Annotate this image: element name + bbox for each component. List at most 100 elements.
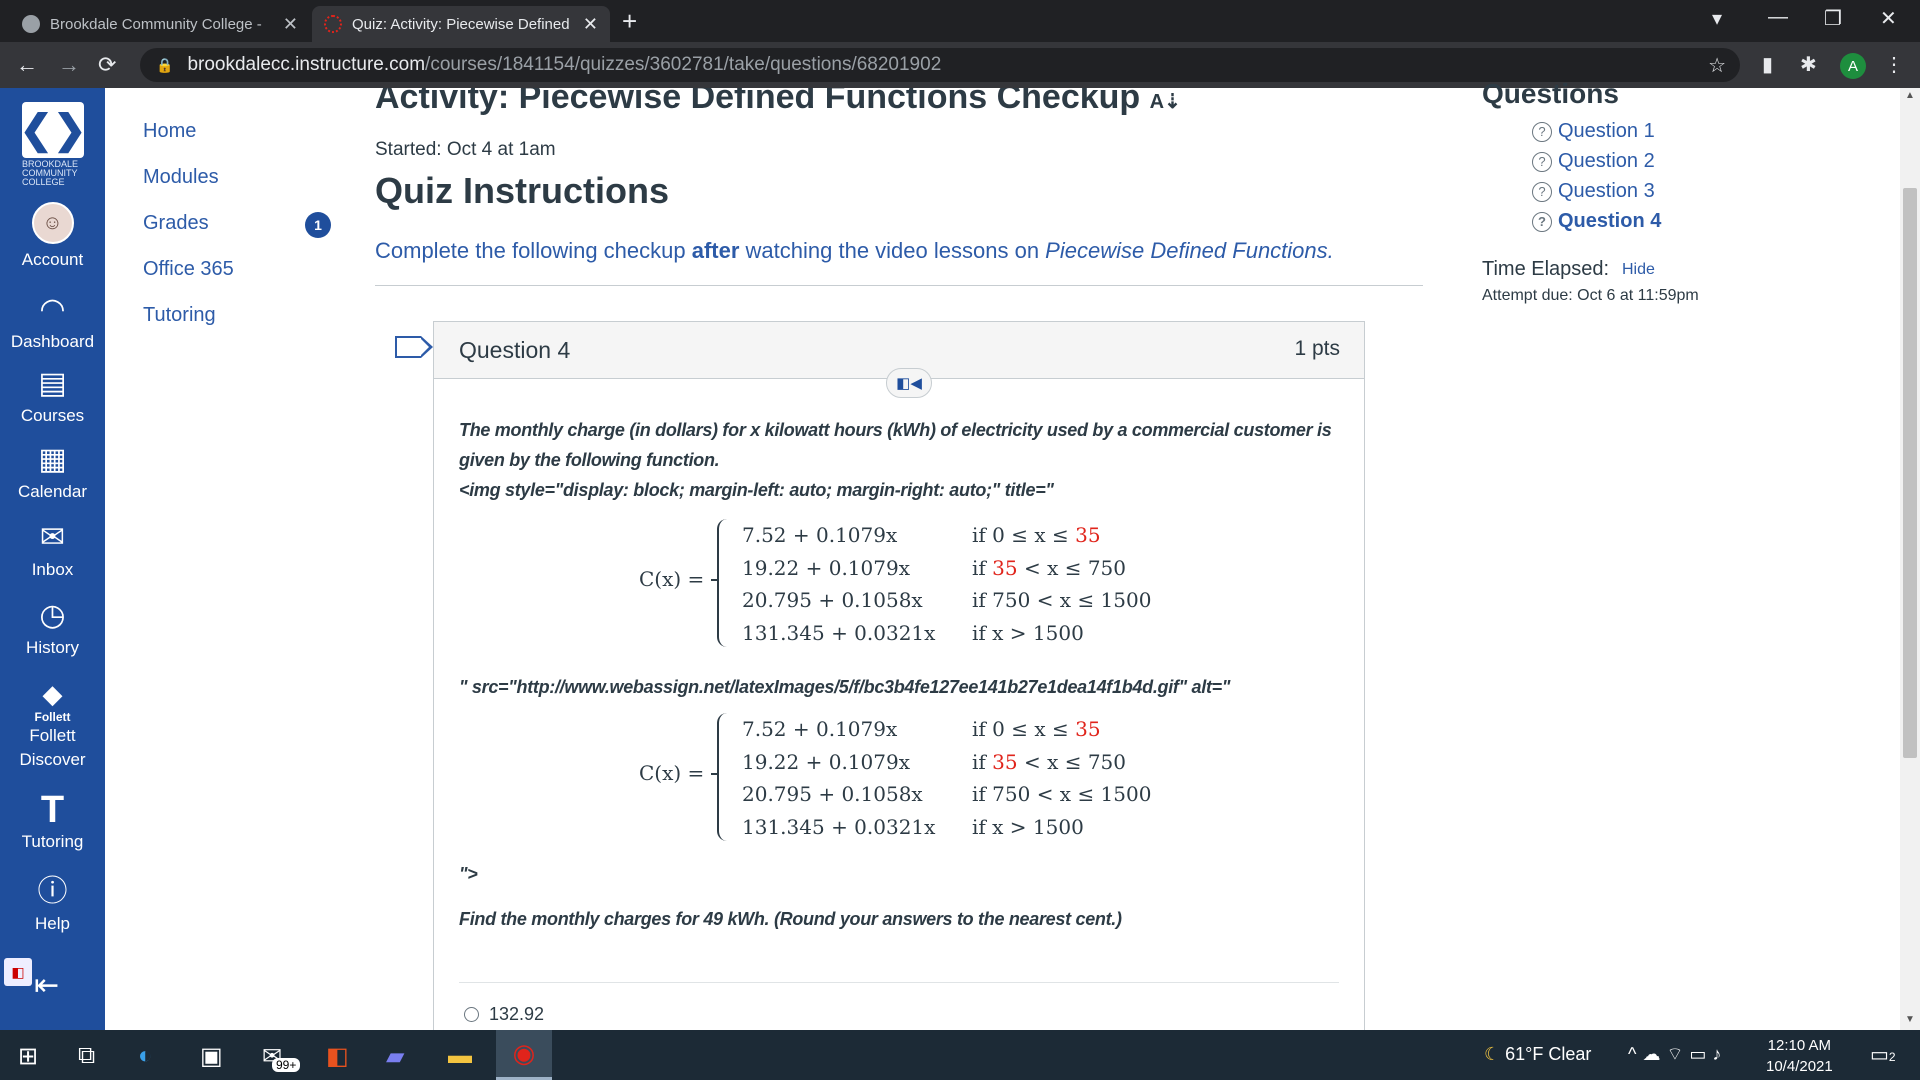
cond-red: 35: [1075, 717, 1101, 741]
answer-choice[interactable]: 132.92: [464, 1004, 544, 1025]
page-scrollbar[interactable]: ▲ ▼: [1900, 88, 1920, 1030]
scroll-thumb[interactable]: [1903, 188, 1917, 758]
course-nav-grades[interactable]: Grades: [143, 212, 209, 235]
immersive-reader-button[interactable]: ◧◀: [886, 368, 932, 398]
translate-icon[interactable]: A⇣: [1150, 91, 1181, 113]
puzzle-icon[interactable]: ✱: [1800, 52, 1817, 77]
cond-pre: if 750 < x ≤ 1500: [972, 588, 1152, 612]
file-explorer-icon[interactable]: ▬: [448, 1042, 472, 1070]
nav-courses[interactable]: ▤ Courses: [0, 368, 105, 426]
case-expr: 131.345 + 0.0321x: [742, 814, 936, 839]
close-icon[interactable]: ✕: [583, 14, 598, 35]
calendar-icon: ▦: [38, 443, 67, 476]
nav-label: Account: [21, 250, 84, 269]
case-cond: if x > 1500: [972, 617, 1084, 650]
profile-avatar[interactable]: A: [1840, 53, 1866, 79]
nav-tutoring[interactable]: T Tutoring: [0, 791, 105, 852]
case-expr: 7.52 + 0.1079x: [742, 523, 898, 547]
question-raw-html-3: ">: [459, 864, 478, 884]
nav-help[interactable]: ⓘ Help: [0, 876, 105, 934]
system-tray-icons[interactable]: ^☁⌔▭♪: [1628, 1043, 1727, 1066]
flag-question-icon[interactable]: [395, 336, 433, 358]
nav-dashboard[interactable]: ◠ Dashboard: [0, 294, 105, 352]
hide-timer-button[interactable]: Hide: [1622, 261, 1655, 279]
app-icon[interactable]: ▰: [386, 1042, 404, 1071]
case-cond: if 35 < x ≤ 750: [972, 552, 1126, 585]
answer-radio[interactable]: [464, 1007, 479, 1022]
windows-taskbar: ⊞ ⧉ ◐ ▣ ✉ 99+ ◧ ▰ ▬ ◉ ☾ 61°F Clear ^☁⌔▭♪…: [0, 1030, 1920, 1080]
cond-pre: if 0 ≤ x ≤: [972, 523, 1076, 547]
function-lhs: C(x) =: [639, 761, 705, 785]
nav-history[interactable]: ◷ History: [0, 600, 105, 658]
case-cond: if 750 < x ≤ 1500: [972, 584, 1151, 617]
question-link-2[interactable]: ? Question 2: [1532, 150, 1655, 173]
college-logo[interactable]: ❮❯ BROOKDALE COMMUNITY COLLEGE: [19, 102, 87, 192]
nav-label: Courses: [20, 406, 85, 425]
weather[interactable]: ☾ 61°F Clear: [1484, 1044, 1591, 1065]
course-nav-modules[interactable]: Modules: [143, 166, 219, 189]
question-link-label: Question 2: [1558, 150, 1655, 172]
minimize-icon[interactable]: —: [1768, 6, 1788, 29]
globe-icon: [22, 15, 40, 33]
brace: [711, 519, 731, 647]
cond-red: 35: [992, 749, 1018, 774]
case-row: 19.22 + 0.1079x if 35 < x ≤ 750: [742, 746, 1202, 779]
task-view-icon[interactable]: ⧉: [78, 1042, 95, 1070]
browser-tab-bar: Brookdale Community College - ✕ Quiz: Ac…: [0, 0, 1920, 42]
help-icon: ⓘ: [37, 875, 68, 908]
question-unanswered-icon: ?: [1532, 181, 1552, 202]
notifications-icon[interactable]: ▭2: [1870, 1042, 1896, 1067]
scroll-up-icon[interactable]: ▲: [1905, 90, 1915, 101]
browser-tab-quiz[interactable]: Quiz: Activity: Piecewise Defined ✕: [312, 6, 610, 42]
nav-label: Tutoring: [21, 832, 84, 851]
nav-label: History: [26, 638, 79, 657]
office-icon[interactable]: ◧: [326, 1042, 349, 1071]
clock[interactable]: 12:10 AM 10/4/2021: [1766, 1035, 1833, 1077]
nav-follett-discover[interactable]: ◆ Follett Follett Discover: [0, 678, 105, 772]
case-expr: 20.795 + 0.1058x: [742, 782, 923, 806]
scroll-down-icon[interactable]: ▼: [1905, 1014, 1915, 1025]
quiz-title: Activity: Piecewise Defined Functions Ch…: [375, 88, 1141, 116]
question-link-3[interactable]: ? Question 3: [1532, 180, 1655, 203]
reload-icon[interactable]: ⟳: [98, 52, 116, 78]
immersive-reader-icon[interactable]: ◧: [4, 958, 32, 986]
question-link-label: Question 3: [1558, 180, 1655, 202]
windows-start-icon[interactable]: ⊞: [18, 1042, 38, 1071]
nav-calendar[interactable]: ▦ Calendar: [0, 444, 105, 502]
nav-account[interactable]: ☺ Account: [0, 202, 105, 270]
course-nav-office365[interactable]: Office 365: [143, 258, 234, 281]
url-host: brookdalecc.instructure.com: [187, 54, 426, 75]
inbox-icon: ✉: [39, 521, 66, 554]
tab-search-icon[interactable]: ▾: [1712, 6, 1722, 31]
cond-post: < x ≤ 750: [1017, 749, 1127, 774]
question-link-1[interactable]: ? Question 1: [1532, 120, 1655, 143]
edge-icon[interactable]: ◐: [138, 1042, 153, 1070]
bookmark-star-icon[interactable]: ☆: [1708, 53, 1726, 78]
nav-inbox[interactable]: ✉ Inbox: [0, 522, 105, 580]
chrome-icon[interactable]: ◉: [496, 1030, 552, 1080]
extension-icon[interactable]: ▮: [1762, 52, 1773, 77]
case-cond: if 750 < x ≤ 1500: [972, 778, 1151, 811]
new-tab-icon[interactable]: +: [622, 6, 637, 37]
menu-icon[interactable]: ⋮: [1884, 52, 1904, 77]
case-cond: if 35 < x ≤ 750: [972, 746, 1126, 779]
course-nav-home[interactable]: Home: [143, 120, 196, 143]
store-icon[interactable]: ▣: [200, 1042, 223, 1071]
collapse-nav-button[interactable]: ◧ ⇤: [4, 958, 59, 1003]
case-row: 7.52 + 0.1079x if 0 ≤ x ≤ 35: [742, 713, 1202, 746]
question-raw-html-2: " src="http://www.webassign.net/latexIma…: [459, 677, 1231, 697]
cond-red: 35: [992, 555, 1018, 580]
forward-icon[interactable]: →: [58, 52, 80, 78]
url-field[interactable]: 🔒 brookdalecc.instructure.com/courses/18…: [140, 48, 1740, 82]
moon-icon: ☾: [1484, 1044, 1501, 1064]
back-icon[interactable]: ←: [16, 52, 38, 78]
function-cases: 7.52 + 0.1079x if 0 ≤ x ≤ 35 19.22 + 0.10…: [742, 713, 1202, 843]
restore-icon[interactable]: ❐: [1824, 6, 1842, 31]
question-link-4[interactable]: ? Question 4: [1532, 210, 1661, 233]
window-close-icon[interactable]: ✕: [1880, 6, 1897, 31]
browser-tab-college[interactable]: Brookdale Community College - ✕: [10, 6, 310, 42]
answer-label: 132.92: [489, 1004, 545, 1024]
course-nav-tutoring[interactable]: Tutoring: [143, 304, 216, 327]
close-icon[interactable]: ✕: [283, 14, 298, 35]
nav-label: Calendar: [18, 482, 87, 501]
